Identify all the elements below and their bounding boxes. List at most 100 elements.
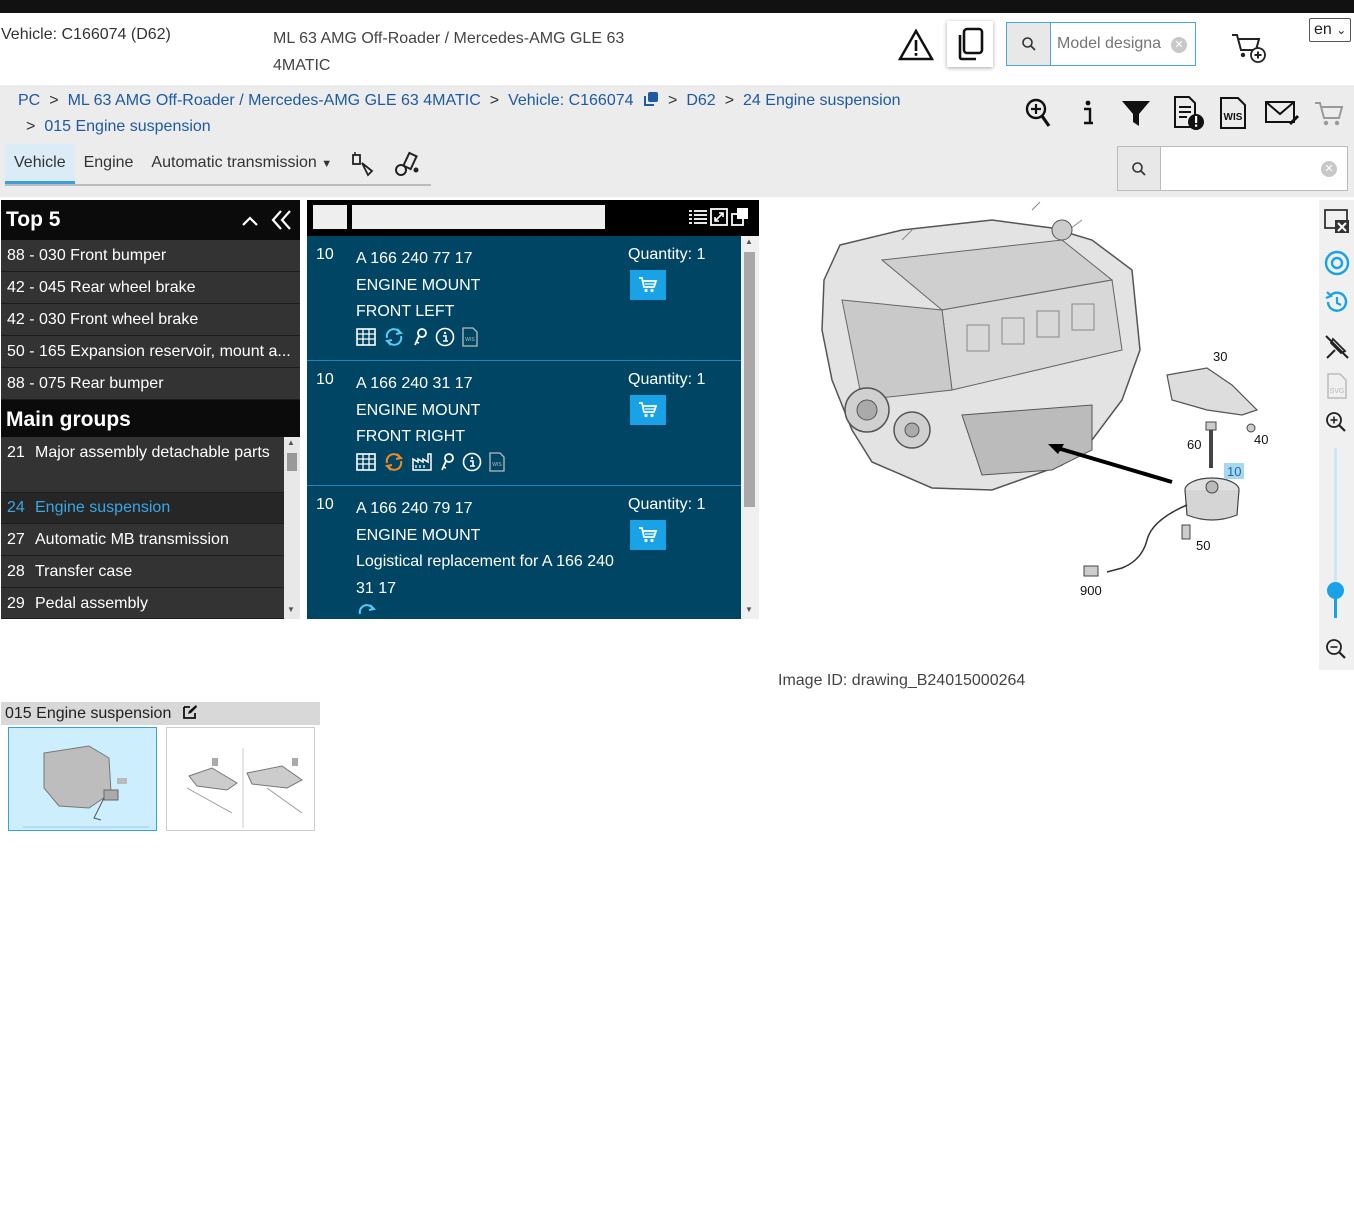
replacement-icon[interactable] bbox=[383, 326, 405, 348]
table-icon[interactable] bbox=[356, 328, 376, 346]
main-group-item[interactable]: 29 Pedal assembly bbox=[1, 588, 284, 619]
crumb-main-group[interactable]: 24 Engine suspension bbox=[743, 92, 900, 109]
parts-search-box[interactable]: ✕ bbox=[1117, 146, 1348, 191]
top5-item[interactable]: 50 - 165 Expansion reservoir, mount a... bbox=[1, 336, 300, 368]
warning-icon[interactable] bbox=[897, 28, 935, 62]
svg-text:WIS: WIS bbox=[465, 337, 475, 343]
part-number[interactable]: A 166 240 79 17 bbox=[356, 496, 626, 523]
info-icon[interactable] bbox=[1074, 95, 1102, 131]
language-select[interactable]: en ⌄ bbox=[1309, 18, 1351, 42]
mail-icon[interactable] bbox=[1263, 95, 1301, 131]
tab-paint-icon[interactable] bbox=[341, 144, 385, 184]
info-circle-icon[interactable] bbox=[462, 452, 482, 472]
part-row[interactable]: 10 A 166 240 79 17 ENGINE MOUNT Logistic… bbox=[307, 486, 741, 615]
part-row[interactable]: 10 A 166 240 31 17 ENGINE MOUNT FRONT RI… bbox=[307, 361, 741, 486]
key-icon[interactable] bbox=[439, 452, 455, 472]
crumb-model[interactable]: ML 63 AMG Off-Roader / Mercedes-AMG GLE … bbox=[68, 92, 481, 109]
tab-vehicle[interactable]: Vehicle bbox=[5, 144, 75, 184]
part-row[interactable]: 10 A 166 240 77 17 ENGINE MOUNT FRONT LE… bbox=[307, 236, 741, 361]
tab-engine[interactable]: Engine bbox=[75, 144, 143, 184]
crumb-sub-group[interactable]: 015 Engine suspension bbox=[44, 118, 210, 135]
thumbnail-engine[interactable] bbox=[8, 727, 157, 831]
scrollbar-thumb[interactable] bbox=[744, 252, 755, 507]
add-to-cart-icon[interactable] bbox=[1230, 31, 1268, 63]
unpin-icon[interactable] bbox=[1323, 333, 1351, 366]
model-search-input[interactable] bbox=[1057, 31, 1175, 57]
thumbnail-mounts[interactable] bbox=[166, 727, 315, 831]
factory-icon[interactable] bbox=[412, 453, 432, 471]
clear-icon[interactable]: ✕ bbox=[1321, 161, 1337, 177]
main-groups-scrollbar[interactable]: ▲ ▼ bbox=[284, 437, 300, 619]
table-icon[interactable] bbox=[356, 453, 376, 471]
zoom-in-icon[interactable] bbox=[1022, 95, 1054, 131]
main-group-item[interactable]: 21 Major assembly detachable parts bbox=[1, 437, 284, 493]
scroll-down-arrow[interactable]: ▼ bbox=[745, 605, 753, 614]
part-filter-input[interactable] bbox=[352, 205, 605, 229]
top5-item[interactable]: 88 - 075 Rear bumper bbox=[1, 368, 300, 400]
part-description: A 166 240 79 17 ENGINE MOUNT Logistical … bbox=[356, 496, 626, 602]
list-view-icon[interactable] bbox=[689, 209, 707, 230]
main-group-item[interactable]: 24 Engine suspension bbox=[1, 493, 284, 524]
target-icon[interactable] bbox=[1323, 249, 1351, 282]
scrollbar-thumb[interactable] bbox=[287, 453, 297, 471]
collapse-panel-icon[interactable] bbox=[269, 200, 293, 254]
wis-icon[interactable]: WIS bbox=[1216, 95, 1250, 131]
crumb-engine[interactable]: D62 bbox=[686, 92, 715, 109]
popout-icon[interactable] bbox=[731, 207, 749, 232]
zoom-slider-handle[interactable] bbox=[1327, 582, 1344, 599]
position-filter-input[interactable] bbox=[313, 205, 347, 229]
edit-icon[interactable] bbox=[182, 704, 198, 727]
thumbnails-header: 015 Engine suspension bbox=[1, 702, 320, 725]
top5-item[interactable]: 42 - 030 Front wheel brake bbox=[1, 304, 300, 336]
expand-icon[interactable] bbox=[710, 208, 728, 231]
parts-scrollbar[interactable]: ▲ ▼ bbox=[741, 236, 759, 619]
cart-icon bbox=[639, 402, 658, 418]
copy-small-icon[interactable] bbox=[643, 90, 659, 106]
chevron-up-icon[interactable] bbox=[241, 200, 259, 254]
part-number[interactable]: A 166 240 77 17 bbox=[356, 246, 626, 273]
crumb-pc[interactable]: PC bbox=[18, 92, 40, 109]
search-icon[interactable] bbox=[1007, 23, 1051, 65]
scroll-down-arrow[interactable]: ▼ bbox=[287, 605, 295, 614]
add-to-cart-button[interactable] bbox=[630, 270, 666, 300]
add-to-cart-button[interactable] bbox=[630, 520, 666, 550]
copy-button[interactable] bbox=[947, 21, 993, 67]
wis-doc-icon[interactable]: WIS bbox=[462, 327, 478, 347]
add-to-cart-button[interactable] bbox=[630, 395, 666, 425]
cart-icon[interactable] bbox=[1312, 95, 1346, 131]
tab-parts-icon[interactable] bbox=[385, 144, 431, 184]
search-icon[interactable] bbox=[1118, 147, 1161, 190]
zoom-in-small-icon[interactable] bbox=[1324, 410, 1348, 439]
info-circle-icon[interactable] bbox=[435, 327, 455, 347]
wis-doc-icon[interactable]: WIS bbox=[489, 452, 505, 472]
part-description: A 166 240 31 17 ENGINE MOUNT FRONT RIGHT bbox=[356, 371, 626, 451]
replacement-icon[interactable] bbox=[356, 602, 378, 619]
callout-40[interactable]: 40 bbox=[1254, 432, 1268, 447]
replacement-icon[interactable] bbox=[383, 451, 405, 473]
tab-automatic-transmission[interactable]: Automatic transmission ▼ bbox=[142, 144, 341, 184]
left-panel: Top 5 88 - 030 Front bumper 42 - 045 Rea… bbox=[1, 200, 300, 619]
document-alert-icon[interactable] bbox=[1170, 95, 1206, 131]
filter-icon[interactable] bbox=[1118, 95, 1154, 131]
clear-icon[interactable]: ✕ bbox=[1171, 37, 1187, 53]
zoom-out-icon[interactable] bbox=[1324, 637, 1348, 666]
callout-30[interactable]: 30 bbox=[1213, 349, 1227, 364]
top5-item[interactable]: 42 - 045 Rear wheel brake bbox=[1, 272, 300, 304]
callout-60[interactable]: 60 bbox=[1187, 437, 1201, 452]
parts-drawing[interactable]: 30 40 60 10 50 900 bbox=[762, 200, 1318, 670]
close-drawing-icon[interactable] bbox=[1323, 206, 1351, 239]
main-group-item[interactable]: 28 Transfer case bbox=[1, 556, 284, 588]
main-group-item[interactable]: 27 Automatic MB transmission bbox=[1, 524, 284, 556]
part-note: FRONT LEFT bbox=[356, 303, 455, 320]
part-number[interactable]: A 166 240 31 17 bbox=[356, 371, 626, 398]
callout-50[interactable]: 50 bbox=[1196, 538, 1210, 553]
key-icon[interactable] bbox=[412, 327, 428, 347]
callout-10[interactable]: 10 bbox=[1227, 464, 1241, 479]
part-description: A 166 240 77 17 ENGINE MOUNT FRONT LEFT bbox=[356, 246, 626, 326]
scroll-up-arrow[interactable]: ▲ bbox=[287, 438, 295, 447]
svg-export-icon[interactable]: SVG bbox=[1323, 372, 1351, 405]
history-icon[interactable] bbox=[1323, 288, 1351, 321]
callout-900[interactable]: 900 bbox=[1080, 583, 1102, 598]
crumb-vehicle[interactable]: Vehicle: C166074 bbox=[508, 92, 633, 109]
scroll-up-arrow[interactable]: ▲ bbox=[745, 237, 753, 246]
